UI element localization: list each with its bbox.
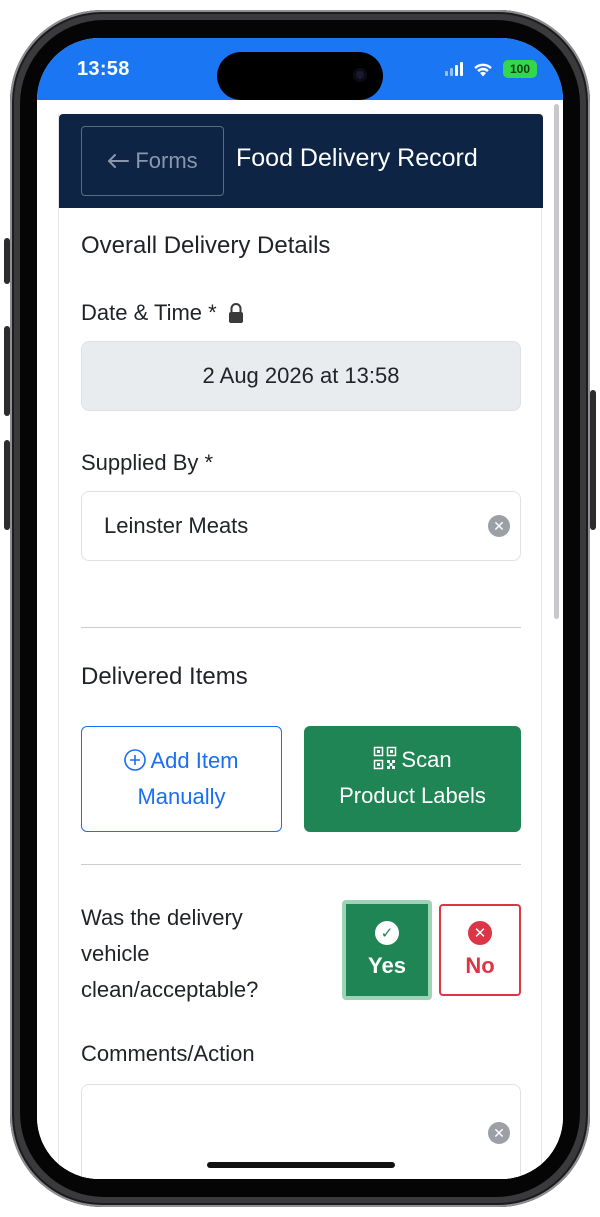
dynamic-island: [217, 52, 383, 100]
supplier-value: Leinster Meats: [104, 513, 249, 538]
form-card: Forms Food Delivery Record Overall Deliv…: [58, 114, 543, 1179]
datetime-label-row: Date & Time *: [81, 300, 245, 326]
scan-label-line1: Scan: [401, 747, 452, 772]
supplier-input[interactable]: Leinster Meats ✕: [81, 491, 521, 561]
battery-indicator: 100: [503, 60, 537, 78]
scan-label-line2: Product Labels: [339, 783, 486, 808]
section-title-overall: Overall Delivery Details: [81, 232, 331, 259]
status-indicators: 100: [445, 60, 537, 78]
check-circle-icon: ✓: [375, 921, 399, 945]
back-to-forms-button[interactable]: Forms: [81, 126, 224, 196]
vehicle-clean-question: Was the delivery vehicle clean/acceptabl…: [81, 905, 259, 1002]
add-item-label-line1: Add Item: [150, 748, 239, 773]
section-title-items: Delivered Items: [81, 663, 248, 690]
arrow-left-icon: [108, 154, 130, 168]
front-camera-icon: [353, 68, 367, 82]
volume-up-button: [4, 326, 10, 416]
add-item-manually-button[interactable]: Add Item Manually: [81, 726, 282, 832]
x-circle-icon: ✕: [468, 921, 492, 945]
comments-label: Comments/Action: [81, 1041, 255, 1066]
back-button-label: Forms: [135, 148, 198, 173]
volume-down-button: [4, 440, 10, 530]
wifi-icon: [474, 63, 492, 76]
qr-code-icon: [374, 746, 397, 770]
divider: [81, 627, 521, 628]
divider: [81, 864, 521, 865]
supplier-label: Supplied By *: [81, 450, 214, 475]
phone-screen: 13:58 100 Forms Food Delivery Record Ove…: [37, 38, 563, 1179]
power-button: [590, 390, 596, 530]
lock-icon: [228, 303, 243, 323]
yes-button[interactable]: ✓ Yes: [342, 900, 432, 1000]
status-time: 13:58: [77, 58, 130, 80]
home-indicator[interactable]: [207, 1162, 395, 1168]
clear-icon[interactable]: ✕: [488, 515, 510, 537]
action-button: [4, 238, 10, 284]
datetime-label: Date & Time *: [81, 300, 217, 325]
plus-circle-icon: [124, 749, 147, 771]
status-bar: 13:58 100: [37, 38, 563, 100]
app-content[interactable]: Forms Food Delivery Record Overall Deliv…: [37, 100, 563, 1179]
yes-label: Yes: [368, 953, 406, 978]
app-header: Forms Food Delivery Record: [59, 114, 543, 208]
scan-product-labels-button[interactable]: Scan Product Labels: [304, 726, 521, 832]
add-item-label-line2: Manually: [137, 784, 226, 809]
clear-icon[interactable]: ✕: [488, 1122, 510, 1144]
cellular-signal-icon: [445, 62, 463, 76]
no-button[interactable]: ✕ No: [439, 904, 521, 996]
datetime-field: 2 Aug 2026 at 13:58: [81, 341, 521, 411]
page-title: Food Delivery Record: [236, 144, 478, 172]
scrollbar[interactable]: [554, 104, 559, 619]
no-label: No: [465, 953, 495, 978]
